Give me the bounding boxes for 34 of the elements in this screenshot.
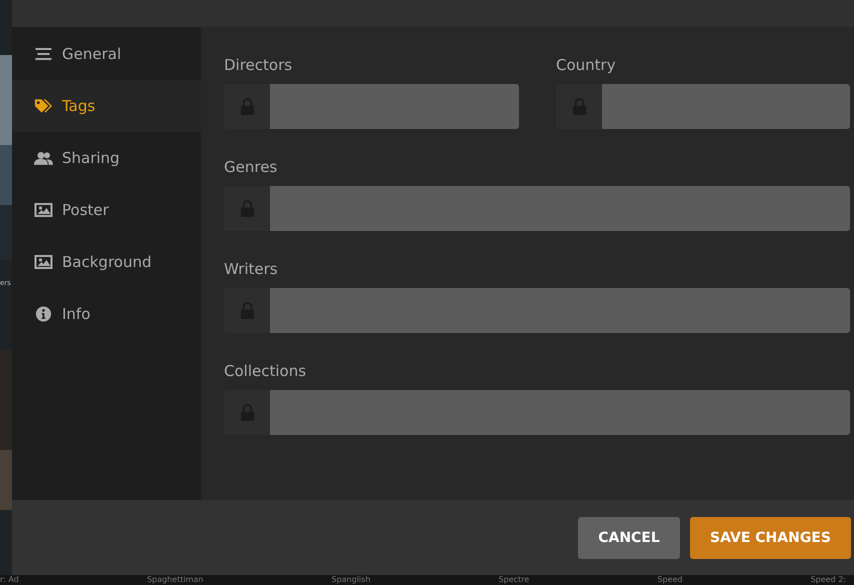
info-icon [34, 306, 53, 322]
lines-icon [34, 46, 53, 62]
poster-title: Speed [657, 575, 682, 585]
sidebar-item[interactable]: Info [12, 288, 201, 340]
tag-icon [34, 98, 53, 114]
poster-title: Spectre [498, 575, 530, 585]
cancel-button[interactable]: CANCEL [578, 516, 680, 558]
image-icon [34, 202, 53, 218]
lock-button[interactable] [224, 84, 270, 129]
lock-button[interactable] [224, 390, 270, 435]
sidebar-item[interactable]: Tags [12, 80, 201, 132]
field-label: Genres [224, 157, 278, 177]
poster-title: r: Ad [0, 575, 19, 585]
input-field[interactable] [602, 84, 850, 129]
poster-title: Speed 2: [810, 575, 846, 585]
poster-title: Spaghettiman [146, 575, 204, 585]
input-field[interactable] [270, 288, 850, 333]
sidebar-item[interactable]: Background [12, 236, 201, 288]
sidebar-item[interactable]: Poster [12, 184, 201, 236]
sidebar-item[interactable]: General [12, 28, 201, 80]
lock-button[interactable] [556, 84, 602, 129]
field-label: Writers [224, 259, 279, 279]
poster-title: Spanglish [332, 575, 370, 585]
input-field[interactable] [270, 390, 850, 435]
field-label: Directors [224, 55, 294, 75]
users-icon [34, 150, 53, 166]
field-label: Country [556, 55, 617, 75]
field-label: Collections [224, 361, 308, 381]
sidebar-item[interactable]: Sharing [12, 132, 201, 184]
lock-button[interactable] [224, 288, 270, 333]
input-field[interactable] [270, 186, 850, 231]
image-icon [34, 254, 53, 270]
input-field[interactable] [270, 84, 519, 129]
lock-button[interactable] [224, 186, 270, 231]
